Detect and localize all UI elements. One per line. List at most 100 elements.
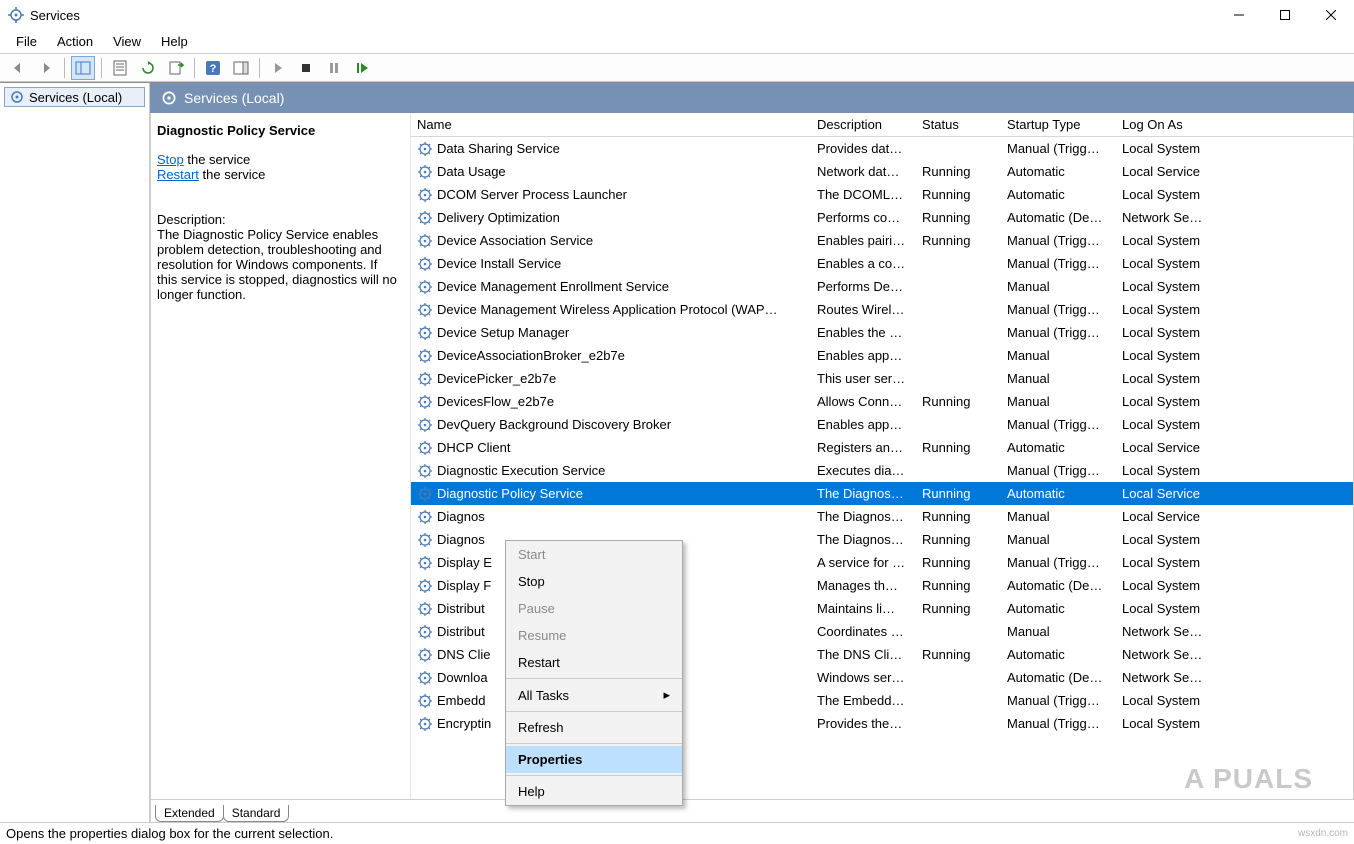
service-row[interactable]: DevicesFlow_e2b7eAllows Conn…RunningManu… [411, 390, 1353, 413]
service-logon: Local System [1116, 256, 1306, 271]
service-row[interactable]: Delivery OptimizationPerforms co…Running… [411, 206, 1353, 229]
export-list-button[interactable] [164, 56, 188, 80]
menu-action[interactable]: Action [47, 32, 103, 51]
close-button[interactable] [1308, 0, 1354, 30]
service-row[interactable]: DevQuery Background Discovery Broker Enab… [411, 413, 1353, 436]
service-gear-icon [417, 578, 433, 594]
column-header-status[interactable]: Status [916, 113, 1001, 136]
service-gear-icon [417, 141, 433, 157]
service-row[interactable]: Device Association ServiceEnables pairi…… [411, 229, 1353, 252]
minimize-button[interactable] [1216, 0, 1262, 30]
service-row[interactable]: DevicePicker_e2b7eThis user ser…ManualLo… [411, 367, 1353, 390]
service-logon: Local Service [1116, 509, 1306, 524]
service-logon: Network Se… [1116, 210, 1306, 225]
service-description: The Diagnos… [811, 532, 916, 547]
service-name: Downloa [437, 670, 488, 685]
column-header-startup[interactable]: Startup Type [1001, 113, 1116, 136]
services-icon [9, 89, 25, 105]
context-all-tasks[interactable]: All Tasks▸ [506, 681, 682, 709]
service-status: Running [916, 578, 1001, 593]
service-row[interactable]: Diagnostic Execution ServiceExecutes dia… [411, 459, 1353, 482]
service-gear-icon [417, 348, 433, 364]
service-gear-icon [417, 509, 433, 525]
context-properties[interactable]: Properties [506, 746, 682, 773]
service-row[interactable]: Data Sharing ServiceProvides dat…Manual … [411, 137, 1353, 160]
pause-service-button[interactable] [322, 56, 346, 80]
service-logon: Local System [1116, 187, 1306, 202]
refresh-button[interactable] [136, 56, 160, 80]
service-startup: Automatic (De… [1001, 210, 1116, 225]
restart-service-button[interactable] [350, 56, 374, 80]
service-logon: Network Se… [1116, 670, 1306, 685]
detail-pane: Diagnostic Policy Service Stop the servi… [151, 113, 411, 799]
service-name: DNS Clie [437, 647, 490, 662]
tree-root-services-local[interactable]: Services (Local) [4, 87, 145, 107]
action-pane-button[interactable] [229, 56, 253, 80]
service-description: The Embedd… [811, 693, 916, 708]
service-row[interactable]: DeviceAssociationBroker_e2b7eEnables app… [411, 344, 1353, 367]
service-gear-icon [417, 716, 433, 732]
service-row[interactable]: DiagnosThe Diagnos…RunningManualLocal Se… [411, 505, 1353, 528]
show-hide-tree-button[interactable] [71, 56, 95, 80]
stop-service-button[interactable] [294, 56, 318, 80]
service-logon: Local Service [1116, 486, 1306, 501]
menu-view[interactable]: View [103, 32, 151, 51]
service-name: DCOM Server Process Launcher [437, 187, 627, 202]
service-row[interactable]: Diagnostic Policy ServiceThe Diagnos…Run… [411, 482, 1353, 505]
help-button[interactable]: ? [201, 56, 225, 80]
service-logon: Local System [1116, 532, 1306, 547]
stop-service-link[interactable]: Stop [157, 152, 184, 167]
context-help[interactable]: Help [506, 778, 682, 805]
service-status: Running [916, 187, 1001, 202]
tab-extended[interactable]: Extended [155, 805, 224, 822]
context-stop[interactable]: Stop [506, 568, 682, 595]
start-service-button[interactable] [266, 56, 290, 80]
column-header-logon[interactable]: Log On As [1116, 113, 1306, 136]
context-resume: Resume [506, 622, 682, 649]
menu-help[interactable]: Help [151, 32, 198, 51]
maximize-button[interactable] [1262, 0, 1308, 30]
service-row[interactable]: DCOM Server Process Launcher The DCOML…Ru… [411, 183, 1353, 206]
forward-button[interactable] [34, 56, 58, 80]
result-pane-header: Services (Local) [150, 83, 1354, 113]
service-logon: Local System [1116, 417, 1306, 432]
service-gear-icon [417, 555, 433, 571]
service-row[interactable]: Data UsageNetwork dat…RunningAutomaticLo… [411, 160, 1353, 183]
service-gear-icon [417, 670, 433, 686]
service-description: Enables app… [811, 417, 916, 432]
back-button[interactable] [6, 56, 30, 80]
service-row[interactable]: Device Setup ManagerEnables the …Manual … [411, 321, 1353, 344]
service-name: DevQuery Background Discovery Broker [437, 417, 671, 432]
service-name: DevicesFlow_e2b7e [437, 394, 554, 409]
service-startup: Manual [1001, 371, 1116, 386]
service-status: Running [916, 233, 1001, 248]
tab-standard[interactable]: Standard [223, 805, 290, 822]
service-description: The DCOML… [811, 187, 916, 202]
service-name: Distribut [437, 601, 485, 616]
service-gear-icon [417, 302, 433, 318]
service-logon: Local System [1116, 233, 1306, 248]
restart-service-link[interactable]: Restart [157, 167, 199, 182]
service-startup: Manual [1001, 624, 1116, 639]
menu-file[interactable]: File [6, 32, 47, 51]
context-refresh[interactable]: Refresh [506, 714, 682, 741]
service-description: Enables pairi… [811, 233, 916, 248]
service-logon: Local System [1116, 141, 1306, 156]
chevron-right-icon: ▸ [663, 687, 670, 703]
service-description: Manages th… [811, 578, 916, 593]
service-gear-icon [417, 256, 433, 272]
service-description: Maintains li… [811, 601, 916, 616]
service-row[interactable]: Device Install ServiceEnables a co…Manua… [411, 252, 1353, 275]
service-name: Diagnostic Policy Service [437, 486, 583, 501]
service-logon: Local System [1116, 394, 1306, 409]
column-header-name[interactable]: Name [411, 113, 811, 136]
context-restart[interactable]: Restart [506, 649, 682, 676]
service-row[interactable]: Device Management Enrollment ServicePerf… [411, 275, 1353, 298]
service-row[interactable]: DHCP ClientRegisters an…RunningAutomatic… [411, 436, 1353, 459]
properties-button[interactable] [108, 56, 132, 80]
service-gear-icon [417, 532, 433, 548]
service-description: Enables a co… [811, 256, 916, 271]
service-name: Device Install Service [437, 256, 561, 271]
service-row[interactable]: Device Management Wireless Application P… [411, 298, 1353, 321]
column-header-description[interactable]: Description [811, 113, 916, 136]
